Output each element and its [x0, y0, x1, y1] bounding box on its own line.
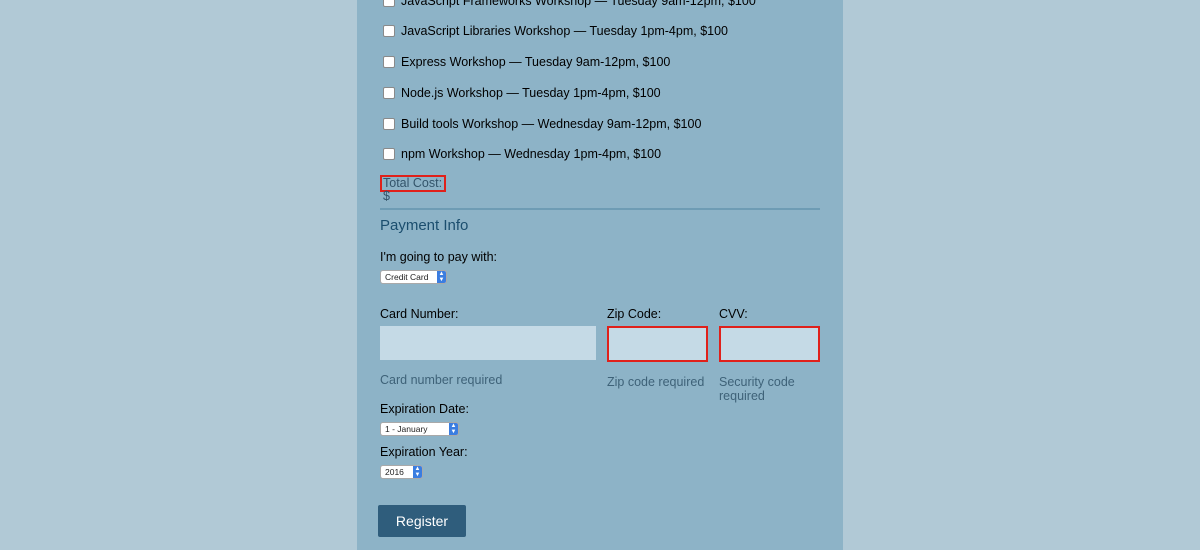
- expiration-date-label: Expiration Date:: [380, 402, 469, 416]
- checkbox[interactable]: [383, 56, 395, 68]
- expiration-month-value: 1 - January: [385, 424, 428, 434]
- payment-info-title: Payment Info: [380, 217, 469, 234]
- zip-code-input[interactable]: [607, 326, 708, 362]
- activity-label: JavaScript Frameworks Workshop — Tuesday…: [401, 0, 756, 8]
- checkbox[interactable]: [383, 118, 395, 130]
- card-number-help: Card number required: [380, 373, 503, 387]
- card-number-label: Card Number:: [380, 307, 459, 321]
- expiration-year-value: 2016: [385, 467, 404, 477]
- activity-label: Node.js Workshop — Tuesday 1pm-4pm, $100: [401, 86, 661, 100]
- cvv-label: CVV:: [719, 307, 748, 321]
- payment-method-value: Credit Card: [385, 272, 429, 282]
- select-arrows-icon: ▲ ▼: [413, 466, 422, 478]
- activity-item[interactable]: JavaScript Frameworks Workshop — Tuesday…: [383, 0, 756, 9]
- cvv-input[interactable]: [719, 326, 820, 362]
- cvv-help: Security code required: [719, 375, 795, 403]
- activity-label: JavaScript Libraries Workshop — Tuesday …: [401, 24, 729, 38]
- activity-label: Build tools Workshop — Wednesday 9am-12p…: [401, 117, 702, 131]
- activity-item[interactable]: npm Workshop — Wednesday 1pm-4pm, $100: [383, 146, 661, 162]
- register-button[interactable]: Register: [378, 505, 466, 537]
- activity-label: npm Workshop — Wednesday 1pm-4pm, $100: [401, 147, 662, 161]
- zip-code-help: Zip code required: [607, 375, 705, 389]
- checkbox[interactable]: [383, 0, 395, 7]
- activity-label: Express Workshop — Tuesday 9am-12pm, $10…: [401, 55, 671, 69]
- expiration-year-label: Expiration Year:: [380, 445, 468, 459]
- checkbox[interactable]: [383, 25, 395, 37]
- card-number-input[interactable]: [380, 326, 596, 360]
- page: JavaScript Frameworks Workshop — Tuesday…: [0, 0, 1200, 550]
- total-cost: Total Cost: $: [380, 175, 446, 203]
- expiration-year-select[interactable]: 2016 ▲ ▼: [380, 465, 423, 479]
- activity-item[interactable]: JavaScript Libraries Workshop — Tuesday …: [383, 23, 728, 39]
- select-arrows-icon: ▲ ▼: [449, 423, 458, 435]
- payment-method-select[interactable]: Credit Card ▲ ▼: [380, 270, 447, 284]
- pay-with-label: I'm going to pay with:: [380, 250, 498, 264]
- expiration-month-select[interactable]: 1 - January ▲ ▼: [380, 422, 459, 436]
- select-arrows-icon: ▲ ▼: [437, 271, 446, 283]
- checkbox[interactable]: [383, 87, 395, 99]
- activity-item[interactable]: Build tools Workshop — Wednesday 9am-12p…: [383, 116, 701, 132]
- activity-item[interactable]: Express Workshop — Tuesday 9am-12pm, $10…: [383, 54, 670, 70]
- zip-code-label: Zip Code:: [607, 307, 662, 321]
- activity-item[interactable]: Node.js Workshop — Tuesday 1pm-4pm, $100: [383, 85, 661, 101]
- checkbox[interactable]: [383, 148, 395, 160]
- section-divider: [380, 208, 820, 210]
